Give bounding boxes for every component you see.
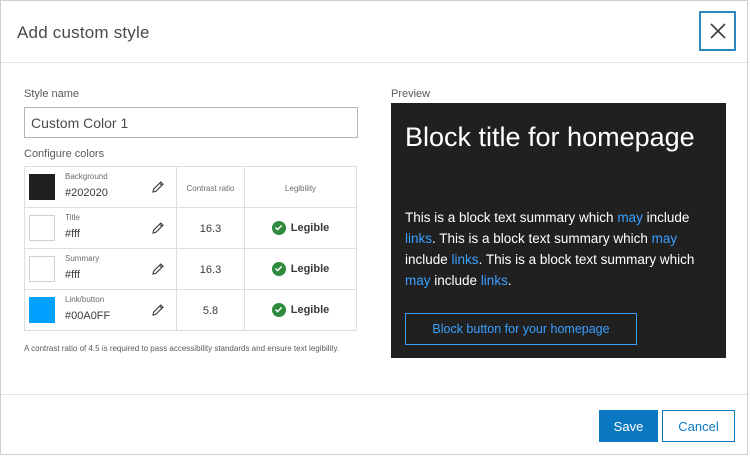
color-name: Background <box>65 172 108 181</box>
legibility-status: Legible <box>290 221 330 234</box>
color-swatch-background[interactable] <box>29 174 55 200</box>
close-icon <box>709 23 726 39</box>
preview-panel: Block title for homepage This is a block… <box>391 103 726 358</box>
preview-title: Block title for homepage <box>405 122 695 152</box>
color-name: Title <box>65 213 80 222</box>
preview-link-may[interactable]: may <box>652 231 678 246</box>
color-swatch-link-button[interactable] <box>29 297 55 323</box>
color-swatch-title[interactable] <box>29 215 55 241</box>
pencil-icon[interactable] <box>151 262 165 276</box>
dialog-footer: Save Cancel <box>1 394 747 456</box>
dialog-title: Add custom style <box>17 23 150 42</box>
contrast-value: 5.8 <box>202 305 219 317</box>
color-hex: #202020 <box>65 187 108 199</box>
configure-colors-label: Configure colors <box>24 148 105 160</box>
contrast-value: 16.3 <box>199 223 222 235</box>
pencil-icon[interactable] <box>151 303 165 317</box>
style-name-label: Style name <box>24 88 80 100</box>
table-row: Link/button #00A0FF 5.8 Legible <box>24 289 357 331</box>
color-name: Link/button <box>65 295 105 304</box>
preview-link-links[interactable]: links <box>405 231 432 246</box>
color-hex: #fff <box>65 269 80 281</box>
dialog-header: Add custom style <box>1 1 747 63</box>
save-button[interactable]: Save <box>599 410 658 442</box>
table-row: Background #202020 Contrast ratio Legibi… <box>24 166 357 208</box>
preview-link-may[interactable]: may <box>405 273 431 288</box>
table-row: Title #fff 16.3 Legible <box>24 207 357 249</box>
contrast-ratio-header: Contrast ratio <box>186 184 235 193</box>
colors-table: Background #202020 Contrast ratio Legibi… <box>24 166 357 331</box>
color-hex: #00A0FF <box>65 310 111 322</box>
preview-link-links[interactable]: links <box>481 273 508 288</box>
pencil-icon[interactable] <box>151 221 165 235</box>
check-circle-icon <box>271 302 286 317</box>
check-circle-icon <box>271 261 286 276</box>
preview-label: Preview <box>391 88 431 100</box>
table-row: Summary #fff 16.3 Legible <box>24 248 357 290</box>
preview-link-links[interactable]: links <box>452 252 479 267</box>
preview-block-button[interactable]: Block button for your homepage <box>405 313 637 345</box>
pencil-icon[interactable] <box>151 180 165 194</box>
legibility-header: Legibility <box>284 184 317 193</box>
contrast-note: A contrast ratio of 4.5 is required to p… <box>24 344 340 353</box>
cancel-button[interactable]: Cancel <box>662 410 735 442</box>
legibility-status: Legible <box>290 262 330 275</box>
legibility-status: Legible <box>290 303 330 316</box>
contrast-value: 16.3 <box>199 264 222 276</box>
add-custom-style-dialog: Add custom style Style name Configure co… <box>0 0 748 455</box>
preview-link-may[interactable]: may <box>617 210 643 225</box>
check-circle-icon <box>271 220 286 235</box>
color-swatch-summary[interactable] <box>29 256 55 282</box>
color-hex: #fff <box>65 228 80 240</box>
style-name-input[interactable] <box>24 107 358 138</box>
color-name: Summary <box>65 254 100 263</box>
close-button[interactable] <box>699 11 736 51</box>
preview-summary: This is a block text summary which may i… <box>405 210 695 288</box>
